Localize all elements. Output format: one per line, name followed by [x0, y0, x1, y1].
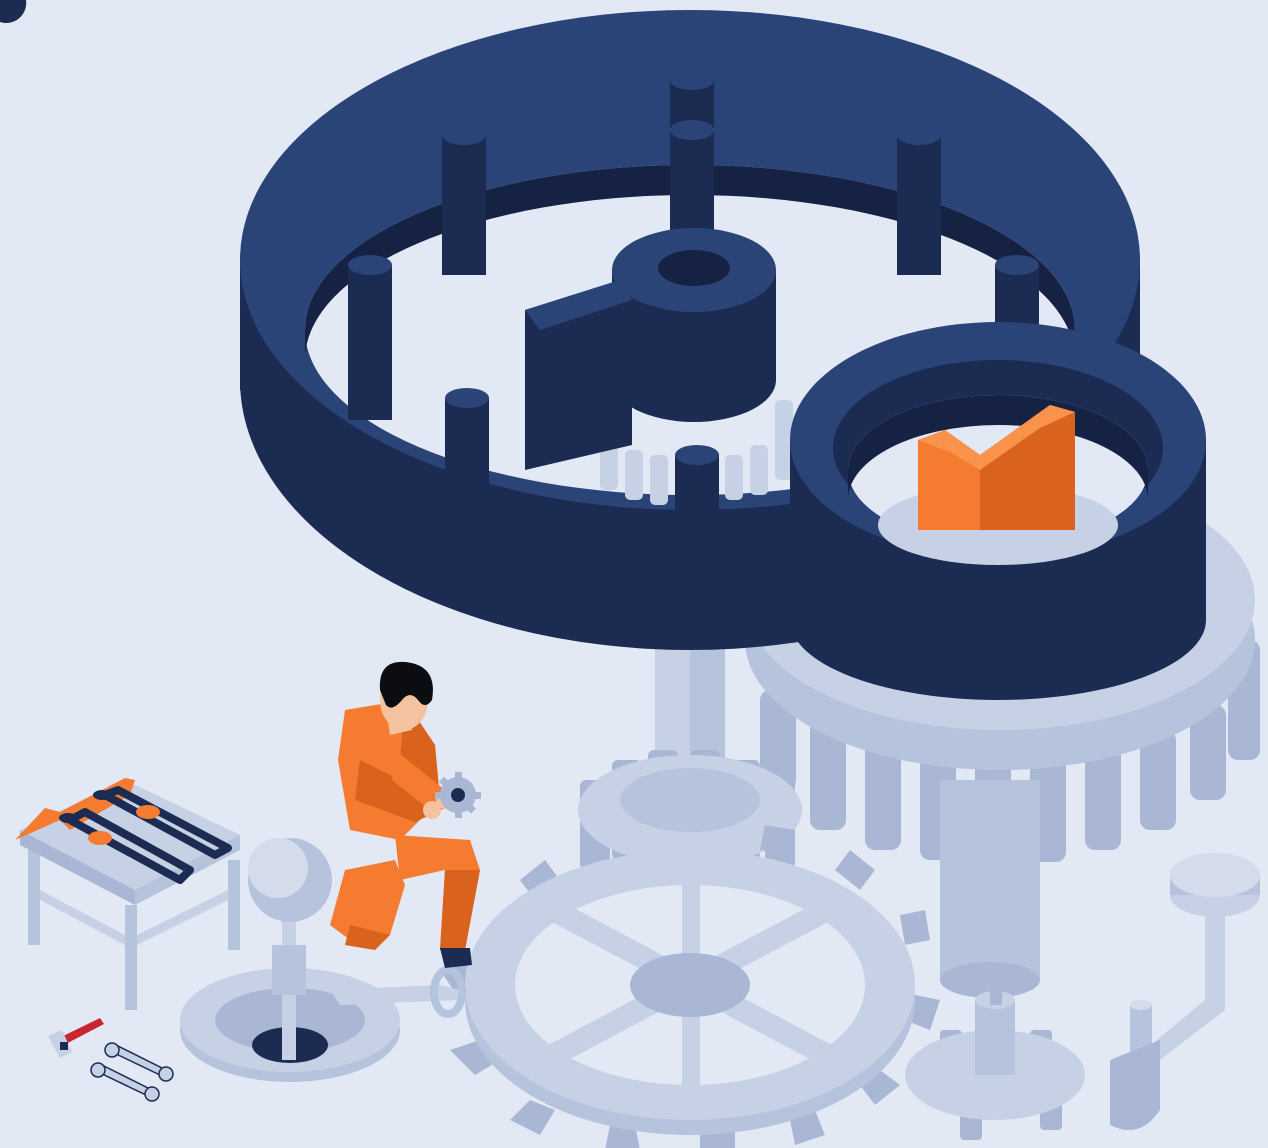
illustration-stage: [0, 0, 1268, 1148]
big-spoked-gear: [440, 825, 940, 1148]
gear-icon: [435, 772, 481, 818]
wrench-icon: [90, 1042, 174, 1102]
small-navy-ring: [790, 322, 1206, 700]
lever-arm: [1110, 853, 1260, 1130]
hammer-icon: [48, 1018, 104, 1058]
gear-mechanism-illustration: [0, 0, 1260, 1148]
corner-ring-fragment: [0, 0, 27, 23]
workbench: [15, 778, 240, 1010]
worker-figure: [330, 661, 481, 968]
